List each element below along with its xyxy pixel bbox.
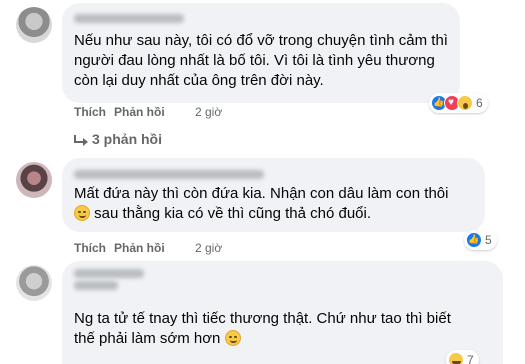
reaction-summary[interactable]: 7 [446,350,479,364]
comment-text: Mất đứa này thì còn đứa kia. Nhận con dâ… [74,184,448,224]
wow-icon [457,95,473,111]
like-button[interactable]: Thích [74,105,106,119]
commenter-name-blurred[interactable] [74,14,184,23]
commenter-name-blurred-line2 [74,281,118,290]
comment-line: Nếu như sau này, tôi có đổ vỡ trong chuy… [74,32,448,49]
avatar[interactable] [16,162,52,198]
reaction-count: 6 [476,96,483,110]
comment-text: Ng ta tử tế tnay thì tiếc thương thật. C… [74,309,451,349]
timestamp[interactable]: 2 giờ [195,241,222,255]
avatar[interactable] [16,7,52,43]
reaction-summary[interactable]: 5 [464,230,497,250]
comment-line: Ng ta tử tế tnay thì tiếc thương thật. C… [74,310,451,327]
comment-bubble: Ng ta tử tế tnay thì tiếc thương thật. C… [62,261,503,364]
smiling-face-emoji-icon [74,205,90,221]
reaction-summary[interactable]: 6 [429,93,488,113]
comment-text: Nếu như sau này, tôi có đổ vỡ trong chuy… [74,31,448,91]
like-icon [466,232,482,248]
view-replies-link[interactable]: 3 phản hồi [74,131,162,147]
comment-line: Mất đứa này thì còn đứa kia. Nhận con dâ… [74,185,449,202]
commenter-name-blurred[interactable] [74,269,144,278]
comment-line: người đau lòng nhất là bố tôi. Vì tôi là… [74,52,435,69]
comment-bubble: Mất đứa này thì còn đứa kia. Nhận con dâ… [62,158,485,232]
timestamp[interactable]: 2 giờ [195,105,222,119]
comment-bubble: Nếu như sau này, tôi có đổ vỡ trong chuy… [62,3,460,103]
reply-arrow-icon [74,135,88,146]
commenter-name-blurred[interactable] [74,170,264,179]
reaction-count: 5 [485,233,492,247]
comment-line-with-emoji: sau thằng kia có về thì cũng thả chó đuổ… [74,204,448,224]
avatar[interactable] [16,265,52,301]
reply-button[interactable]: Phản hồi [114,241,165,255]
like-button[interactable]: Thích [74,241,106,255]
haha-icon [448,352,464,364]
reaction-count: 7 [467,353,474,364]
relieved-face-emoji-icon [224,330,241,346]
comment-line: sau thằng kia có về thì cũng thả chó đuổ… [94,205,372,222]
comment-line: thế phải làm sớm hơn [74,330,221,347]
comment-line-with-emoji: thế phải làm sớm hơn [74,329,451,349]
comment-line: còn lại duy nhất của ông trên đời này. [74,72,324,89]
reply-button[interactable]: Phản hồi [114,105,165,119]
replies-count-label: 3 phản hồi [92,131,162,147]
